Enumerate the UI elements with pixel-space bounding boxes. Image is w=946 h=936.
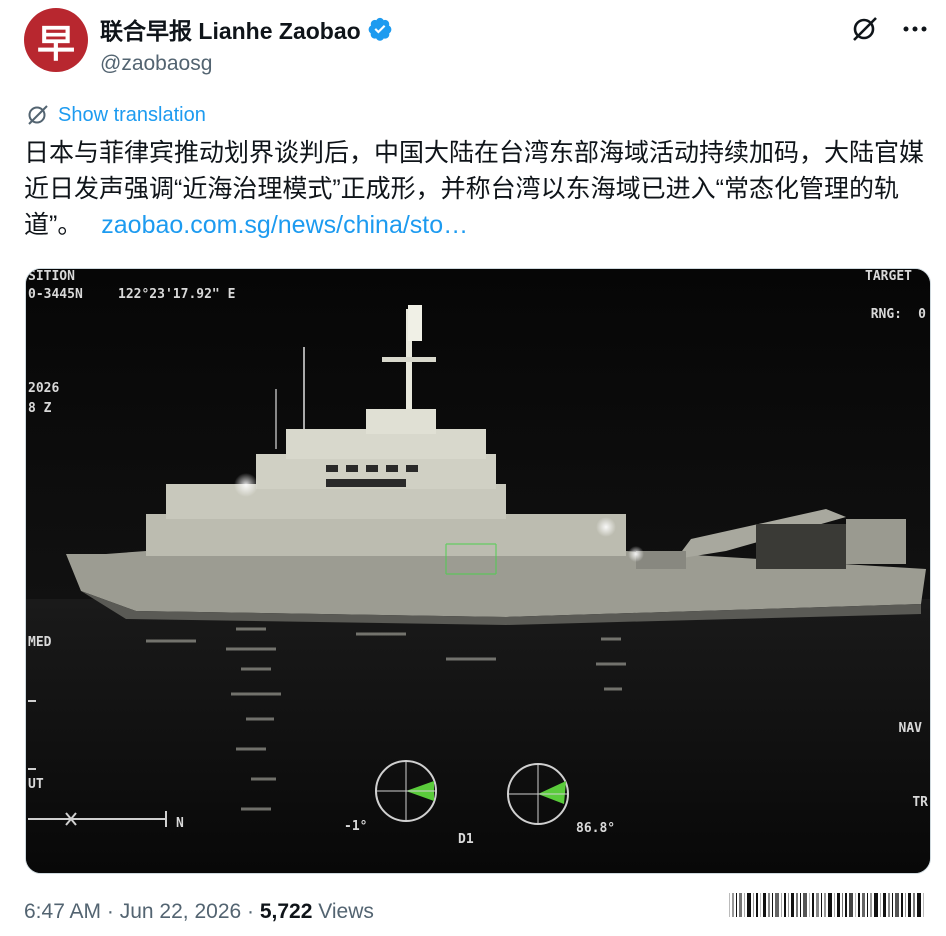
meta-separator: · xyxy=(106,900,120,923)
hud-year: 2026 xyxy=(28,381,60,396)
tweet-media-image[interactable]: SITION 0-3445N 122°23'17.92" E 2026 8 Z … xyxy=(25,268,931,874)
hud-zone: 8 Z xyxy=(28,401,52,416)
show-translation-label[interactable]: Show translation xyxy=(58,104,206,127)
display-name[interactable]: 联合早报 Lianhe Zaobao xyxy=(100,12,361,46)
views-label: Views xyxy=(318,900,374,923)
hud-n-label: N xyxy=(176,816,184,831)
show-translation-button[interactable]: Show translation xyxy=(26,103,206,127)
hud-d1-label: D1 xyxy=(458,832,474,847)
ship-night-image xyxy=(26,269,930,873)
meta-separator: · xyxy=(247,900,260,923)
tweet-meta: 6:47 AM · Jun 22, 2026 · 5,722 Views xyxy=(24,900,374,924)
hud-target-label: TARGET xyxy=(865,269,912,284)
top-actions xyxy=(850,14,928,44)
tweet-text: 日本与菲律宾推动划界谈判后，中国大陆在台湾东部海域活动持续加码，大陆官媒近日发声… xyxy=(24,135,924,243)
hud-position-label: SITION xyxy=(28,269,75,284)
handle[interactable]: @zaobaosg xyxy=(100,52,393,76)
hud-rng-label: RNG: xyxy=(870,307,902,322)
more-icon[interactable] xyxy=(902,25,928,33)
views-count: 5,722 xyxy=(259,900,313,923)
hud-left-bearing: -1° xyxy=(344,819,368,834)
grok-icon[interactable] xyxy=(850,14,880,44)
bearing-gauge-left xyxy=(375,760,437,822)
hud-tr-label: TR xyxy=(912,795,928,810)
hud-position-lon: 122°23'17.92" E xyxy=(118,287,236,302)
bearing-gauge-right xyxy=(507,763,569,825)
tweet-link[interactable]: zaobao.com.sg/news/china/sto… xyxy=(101,211,468,239)
translate-icon xyxy=(28,105,48,125)
avatar[interactable]: 早 xyxy=(24,8,88,72)
watermark-barcode xyxy=(729,893,924,917)
hud-rng-value: 0 xyxy=(918,307,926,322)
tweet-time[interactable]: 6:47 AM xyxy=(24,900,101,923)
verified-badge-icon xyxy=(368,17,392,41)
hud-out-label: UT xyxy=(28,777,44,792)
hud-med-label: MED xyxy=(28,635,52,650)
tweet-date[interactable]: Jun 22, 2026 xyxy=(120,900,241,923)
hud-nav-label: NAV xyxy=(898,721,922,736)
hud-position-lat: 0-3445N xyxy=(28,287,83,302)
author-block: 联合早报 Lianhe Zaobao @zaobaosg xyxy=(100,12,393,76)
hud-right-bearing: 86.8° xyxy=(576,821,616,836)
